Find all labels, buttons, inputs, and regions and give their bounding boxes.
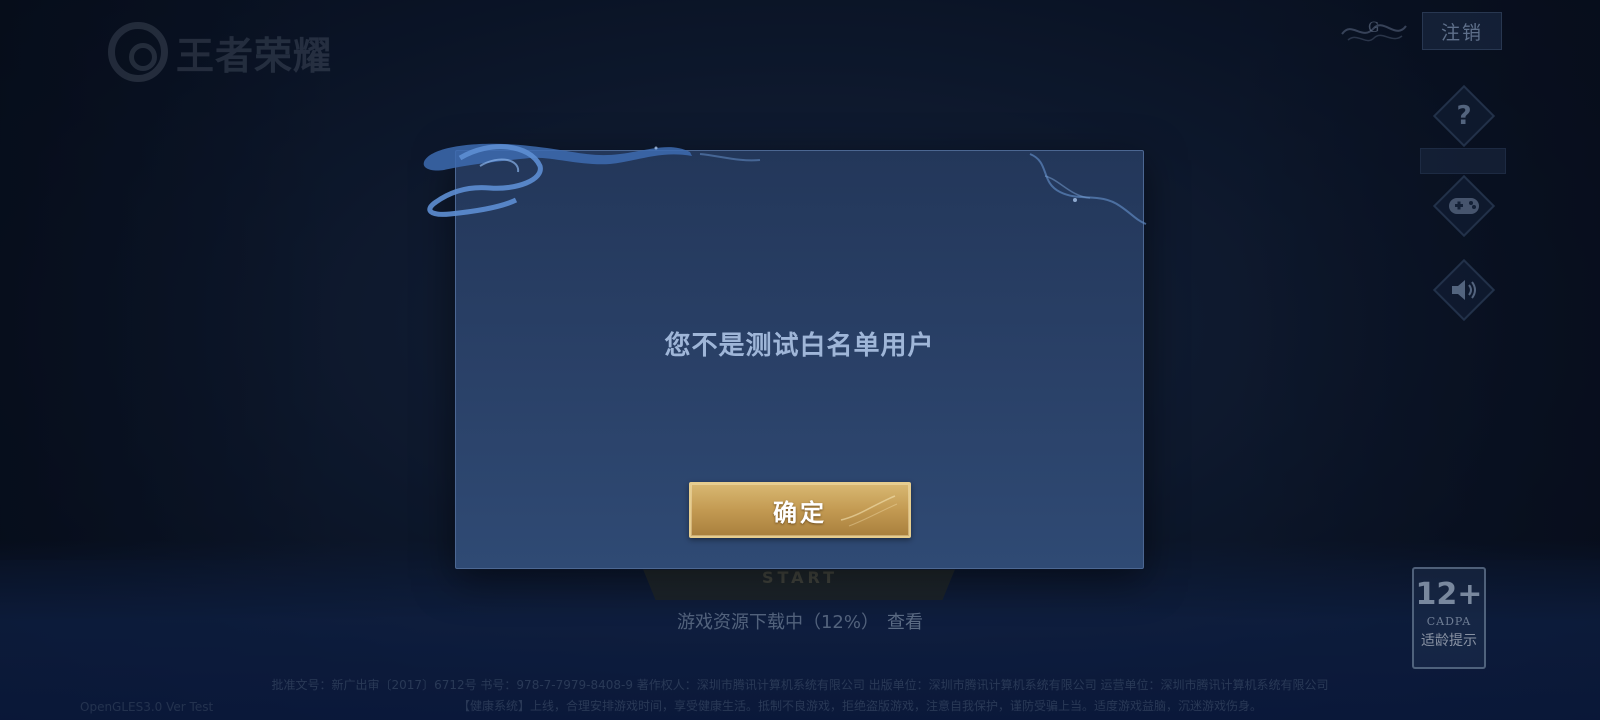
- confirm-button-label: 确定: [773, 498, 827, 527]
- button-shine-icon: [840, 495, 898, 527]
- confirm-button[interactable]: 确定: [689, 482, 911, 538]
- dialog-message: 您不是测试白名单用户: [664, 331, 935, 361]
- whitelist-dialog: 您不是测试白名单用户 确定: [455, 150, 1144, 569]
